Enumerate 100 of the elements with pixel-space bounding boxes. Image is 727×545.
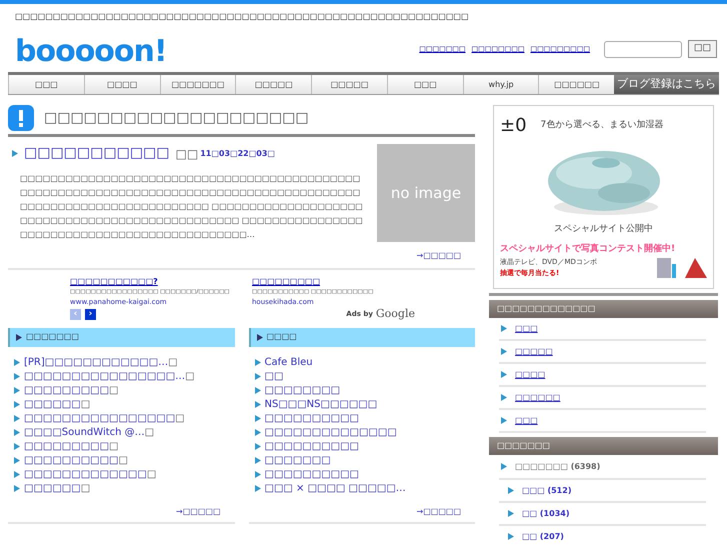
nav-tab[interactable]: □□□□□□□ xyxy=(160,75,236,94)
search-field[interactable] xyxy=(604,40,682,58)
bullet-icon xyxy=(254,443,260,450)
bullet-icon xyxy=(14,471,20,478)
sidebar-link[interactable]: □□□□□□□ (6398) xyxy=(515,460,600,472)
bullet-icon xyxy=(14,387,20,394)
bullet-icon xyxy=(14,485,20,492)
bullet-icon xyxy=(14,373,20,380)
list-item-link[interactable]: [PR]□□□□□□□□□□□□… xyxy=(24,355,168,370)
bullet-icon xyxy=(254,401,260,408)
more-link[interactable]: →□□□□□ xyxy=(416,506,461,518)
sidebar-link[interactable]: □□□ xyxy=(515,414,538,426)
list-item-note: □ xyxy=(109,384,118,398)
bullet-icon xyxy=(254,429,260,436)
list-item-link[interactable]: □□□□□□ xyxy=(24,397,81,412)
banner-contest: スペシャルサイトで写真コンテスト開催中! xyxy=(500,242,676,256)
list-item-link[interactable]: NS□□□NS□□□□□□ xyxy=(264,397,378,412)
sidebar-header: □□□□□□□ xyxy=(489,437,718,455)
article-excerpt: □□□□□□□□□□□□□□□□□□□□□□□□□□□□□□□□□□□□□□□□□□□□□□□□□□□□□□□□□□□□□□□□□□□□□□□□□□□□□□□□□□□□□□□□□□□□□□□□□□□□□□□□□□□□□□□□□□□ □□□□□□□□□□□□□□□□□□□□□□□□□□□□□□□□□□□□□□□□□□□□□□□□□ □□□□□□□□□□□□□□□□□□□□□□□□□□□□□□□□□□□□□□□□□□□□□□… xyxy=(19,173,364,241)
sidebar-link[interactable]: □□ (1034) xyxy=(522,508,570,520)
list-item-note: □ xyxy=(185,370,195,384)
bullet-icon xyxy=(14,443,20,450)
list-item-link[interactable]: □□□ × □□□□ □□□□□… xyxy=(264,481,406,496)
ads-brand[interactable]: Google xyxy=(376,306,415,323)
bullet-icon xyxy=(254,387,260,394)
bullet-icon xyxy=(14,401,20,408)
list-item-note: □ xyxy=(144,426,154,440)
sidebar-link[interactable]: □□□ (512) xyxy=(522,484,572,496)
bullet-icon xyxy=(12,150,18,157)
banner-caption: スペシャルサイト公開中 xyxy=(554,223,653,236)
prize-products-icon xyxy=(657,256,707,278)
bullet-icon xyxy=(501,463,507,470)
bullet-icon xyxy=(501,417,507,424)
list-item-note: □ xyxy=(168,356,178,370)
list-title: □□□□ xyxy=(266,331,297,343)
bullet-icon xyxy=(16,334,22,340)
bullet-icon xyxy=(254,457,260,464)
list-item-link[interactable]: □□□□□□□□□□ xyxy=(264,439,359,454)
list-item-link[interactable]: □□□□□□□□□□□□□□□□ xyxy=(24,411,176,426)
sidebar-link[interactable]: □□□ xyxy=(515,322,538,334)
bullet-icon xyxy=(14,429,20,436)
blog-register-link[interactable]: ブログ登録はこちら xyxy=(614,75,719,94)
bullet-icon xyxy=(14,359,20,366)
bullet-icon xyxy=(501,371,507,378)
list-item-link[interactable]: □□□□□□□□□□ xyxy=(24,453,118,468)
nav-tab[interactable]: □□□ xyxy=(8,75,84,94)
article-title[interactable]: □□□□□□□□□□□ xyxy=(24,143,170,164)
list-item-note: □ xyxy=(118,454,128,468)
bullet-icon xyxy=(254,373,260,380)
list-item-link[interactable]: Cafe Bleu xyxy=(264,355,313,370)
sidebar-link[interactable]: □□ (207) xyxy=(522,530,564,542)
section-title: □□□□□□□□□□□□□□□□□□□□ xyxy=(44,108,309,128)
list-item-link[interactable]: □□□□SoundWitch @… xyxy=(24,425,145,440)
site-logo[interactable]: booooon! xyxy=(10,35,167,69)
bullet-icon xyxy=(508,533,514,540)
banner-headline: 7色から選べる、まるい加湿器 xyxy=(540,118,664,132)
list-item-link[interactable]: □□□□□□□□□□□□□ xyxy=(24,467,147,482)
list-item-link[interactable]: □□□□□□□□□□□□□□ xyxy=(264,425,397,440)
list-item-note: □ xyxy=(80,398,90,412)
list-item-link[interactable]: □□□□□□□□□□ xyxy=(264,411,359,426)
list-item-link[interactable]: □□□□□□□□□ xyxy=(24,383,110,398)
sidebar-link[interactable]: □□□□□ xyxy=(515,346,553,358)
nav-tab[interactable]: □□□□□ xyxy=(311,75,387,94)
list-item-link[interactable]: □□ xyxy=(264,369,284,384)
nav-tab[interactable]: why.jp xyxy=(462,75,538,94)
bullet-icon xyxy=(256,334,262,340)
bullet-icon xyxy=(14,415,20,422)
list-item-link[interactable]: □□□□□□□ xyxy=(264,453,331,468)
list-item-link[interactable]: □□□□□□□□□ xyxy=(24,439,110,454)
bullet-icon xyxy=(501,325,507,332)
list-item-link[interactable]: □□□□□□ xyxy=(24,481,81,496)
list-item-link[interactable]: □□□□□□□□□□□□□□□□… xyxy=(24,369,186,384)
bullet-icon xyxy=(254,471,260,478)
nav-tab[interactable]: □□□□ xyxy=(84,75,160,94)
banner-mark: ±0 xyxy=(500,114,527,138)
bullet-icon xyxy=(254,485,260,492)
more-link[interactable]: →□□□□□ xyxy=(176,506,220,518)
list-item-note: □ xyxy=(109,440,118,454)
sidebar-link[interactable]: □□□□ xyxy=(515,368,546,380)
bullet-icon xyxy=(508,487,514,494)
list-item-link[interactable]: □□□□□□□□ xyxy=(264,383,340,398)
more-link[interactable]: →□□□□□ xyxy=(416,250,461,262)
sidebar-header: □□□□□□□□□□□□□ xyxy=(489,300,718,318)
ad-title[interactable]: □□□□□□□□□□□? xyxy=(70,276,244,288)
sidebar-link[interactable]: □□□□□□ xyxy=(515,392,560,404)
nav-tab[interactable]: □□□□□□ xyxy=(538,75,614,94)
search-button[interactable]: □□ xyxy=(688,40,717,58)
list-item-link[interactable]: □□□□□□□□□□ xyxy=(264,467,359,482)
nav-tab[interactable]: □□□□□ xyxy=(235,75,312,94)
nav-tab[interactable]: □□□ xyxy=(386,75,463,94)
exclamation-icon xyxy=(8,105,34,131)
tagline: □□□□□□□□□□□□□□□□□□□□□□□□□□□□□□□□□□□□□□□□□□□□□□□□□□□□□□□□□□□□ xyxy=(14,11,470,22)
ad-title[interactable]: □□□□□□□□□ xyxy=(252,276,426,288)
bullet-icon xyxy=(254,359,260,366)
list-item-note: □ xyxy=(80,482,90,496)
bullet-icon xyxy=(501,394,507,401)
no-image-label: no image xyxy=(390,182,462,204)
bullet-icon xyxy=(254,415,260,422)
bullet-icon xyxy=(501,348,507,355)
ad-pager-button[interactable]: › xyxy=(85,309,96,320)
